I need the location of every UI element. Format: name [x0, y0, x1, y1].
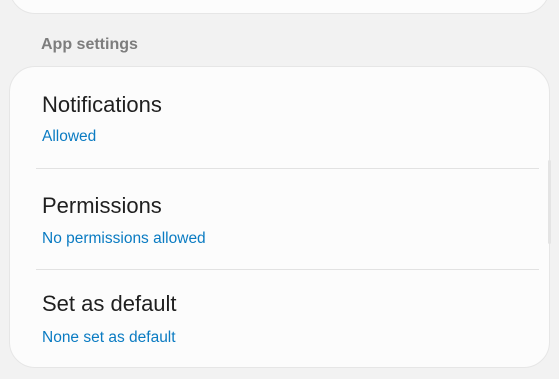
section-header-app-settings: App settings	[41, 36, 138, 53]
setting-item-set-as-default[interactable]: Set as default None set as default	[10, 270, 549, 370]
setting-item-title: Permissions	[42, 193, 162, 218]
scrollbar[interactable]	[548, 160, 551, 244]
setting-item-title: Set as default	[42, 291, 177, 316]
setting-item-subtitle: No permissions allowed	[42, 230, 206, 247]
setting-item-subtitle: Allowed	[42, 128, 97, 145]
app-settings-card: Notifications Allowed Permissions No per…	[9, 66, 550, 368]
setting-item-permissions[interactable]: Permissions No permissions allowed	[10, 169, 549, 269]
setting-item-subtitle: None set as default	[42, 329, 176, 346]
previous-settings-card	[9, 0, 550, 14]
setting-item-title: Notifications	[42, 92, 162, 117]
setting-item-notifications[interactable]: Notifications Allowed	[10, 67, 549, 167]
